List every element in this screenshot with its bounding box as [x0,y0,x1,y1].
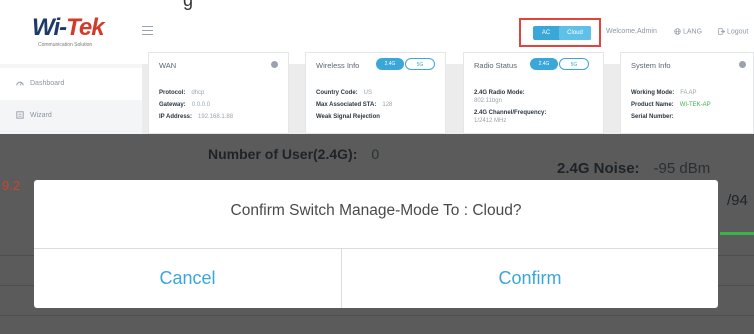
card-title: WAN [159,61,177,70]
system-info-card: System Info Working Mode: FA AP Product N… [620,52,754,134]
welcome-text: Welcome,Admin [606,28,657,35]
app-stage: Wi-Tek Communication Solution g AC Cloud… [0,0,754,334]
wi-tek-logo[interactable]: Wi-Tek Communication Solution [32,12,132,50]
wizard-icon [16,111,24,119]
system-row-working-mode: Working Mode: FA AP [631,90,697,96]
card-title: Radio Status [474,61,517,70]
system-info-list: Working Mode: FA AP Product Name: WI-TEK-A… [631,87,711,123]
sidebar: Dashboard Wizard [0,64,142,134]
band-tab-5g[interactable]: 5G [405,58,435,70]
wireless-row-weak-signal: Weak Signal Rejection [316,114,380,120]
sidebar-item-dashboard[interactable]: Dashboard [0,68,142,100]
cancel-button[interactable]: Cancel [34,249,341,308]
dashboard-icon [16,81,24,86]
wireless-row-country: Country Code: US [316,90,373,96]
gear-icon[interactable] [271,61,278,68]
background-left-number: 9.2 [2,178,21,193]
logout-icon [718,28,726,35]
logo-text-right: Tek [66,14,104,41]
background-right-fraction: /94 [727,192,748,209]
wan-info-list: Protocol: dhcp Gateway: 0.0.0.0 IP Address… [159,87,233,123]
band-tab-2-4g[interactable]: 2.4G [376,58,404,70]
logo-subtitle: Communication Solution [38,42,93,48]
mode-option-ac[interactable]: AC [533,26,559,40]
menu-toggle-icon[interactable] [142,26,153,35]
radio-info-list: 2.4G Radio Mode: 802.11bgn 2.4G Channel/… [474,87,546,127]
system-row-product-name: Product Name: WI-TEK-AP [631,102,711,108]
manage-mode-toggle[interactable]: AC Cloud [533,26,591,40]
lang-label: LANG [682,28,703,36]
wireless-info-list: Country Code: US Max Associated STA: 128 W… [316,87,392,123]
wan-card: WAN Protocol: dhcp Gateway: 0.0.0.0 IP Add… [148,52,289,134]
wan-row-protocol: Protocol: dhcp [159,90,205,96]
cropped-title-fragment: g [183,0,194,10]
logout-label: Logout [726,28,749,36]
wireless-row-max-sta: Max Associated STA: 128 [316,102,393,108]
system-row-serial: Serial Number: [631,114,674,120]
lang-menu[interactable]: LANG [674,28,702,35]
mode-option-cloud[interactable]: Cloud [559,26,591,40]
card-title: Wireless Info [316,61,360,70]
radio-status-card: Radio Status 2.4G 5G 2.4G Radio Mode: 80… [463,52,604,134]
sidebar-item-wizard[interactable]: Wizard [0,100,142,132]
background-user-count: Number of User(2.4G): 0 [208,146,380,162]
manage-mode-switch-highlight: AC Cloud [519,18,601,47]
gear-icon[interactable] [739,61,746,68]
sidebar-item-label: Dashboard [30,80,65,87]
logo-text-left: Wi- [32,14,67,41]
background-noise: 2.4G Noise: -95 dBm [557,160,711,177]
confirm-button[interactable]: Confirm [342,249,718,308]
dialog-message: Confirm Switch Manage-Mode To : Cloud? [230,202,522,219]
logo-text: Wi-Tek [32,14,105,42]
card-title: System Info [631,61,671,70]
globe-icon [674,28,681,35]
wan-row-gateway: Gateway: 0.0.0.0 [159,102,211,108]
band-tab-5g[interactable]: 5G [559,58,589,70]
wireless-info-card: Wireless Info 2.4G 5G Country Code: US Ma… [305,52,446,134]
wan-row-ip: IP Address: 192.168.1.88 [159,114,234,120]
sidebar-item-label: Wizard [30,112,52,119]
band-tab-2-4g[interactable]: 2.4G [530,58,558,70]
confirm-dialog: Confirm Switch Manage-Mode To : Cloud? C… [34,180,718,308]
background-progress-bar [720,232,754,235]
logout-link[interactable]: Logout [718,28,748,35]
